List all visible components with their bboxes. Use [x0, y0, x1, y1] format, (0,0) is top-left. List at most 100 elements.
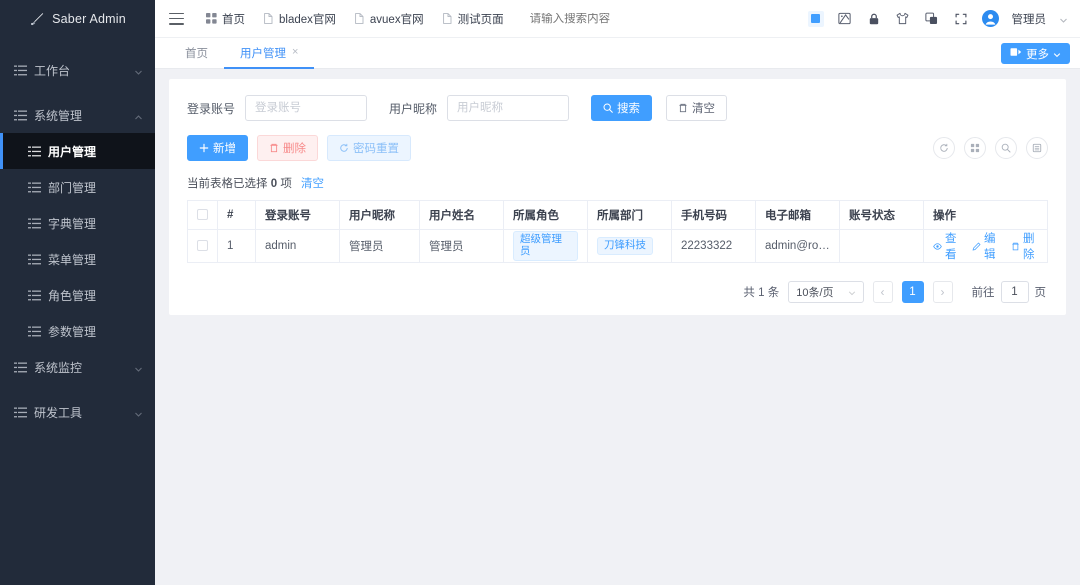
sidebar-item-param-management[interactable]: 参数管理	[0, 313, 155, 349]
sidebar-item-dept-management[interactable]: 部门管理	[0, 169, 155, 205]
menu-list-icon	[28, 181, 41, 194]
chevron-down-icon	[848, 288, 856, 296]
color-swatch-icon[interactable]	[807, 10, 824, 27]
main-area: 首页 bladex官网 avuex官网 测试页面 请输入搜索内容 管理员 首页 …	[155, 0, 1080, 585]
tab-home[interactable]: 首页	[169, 38, 224, 69]
topnav-item-avuex[interactable]: avuex官网	[354, 11, 424, 27]
refresh-icon[interactable]	[933, 137, 955, 159]
menu-list-icon	[28, 217, 41, 230]
select-all-header[interactable]	[187, 200, 218, 230]
column-dept: 所属部门	[587, 200, 672, 230]
clear-button[interactable]: 清空	[666, 95, 728, 121]
pagination: 共 1 条 10条/页 ‹ 1 › 前往 页	[187, 281, 1048, 303]
sidebar-item-workbench[interactable]: 工作台	[0, 52, 155, 88]
row-actions: 查看 编辑 删除	[933, 230, 1038, 262]
sidebar-item-label: 系统管理	[34, 108, 83, 123]
menu-list-icon	[14, 64, 27, 77]
cell-index: 1	[217, 229, 256, 263]
page-number-1[interactable]: 1	[901, 281, 924, 303]
topnav-item-bladex[interactable]: bladex官网	[263, 11, 336, 27]
menu-list-icon	[14, 109, 27, 122]
nickname-input[interactable]	[447, 95, 570, 121]
refresh-icon	[339, 143, 349, 153]
fullscreen-icon[interactable]	[953, 11, 969, 27]
checkbox-icon[interactable]	[197, 240, 208, 252]
topnav-item-home[interactable]: 首页	[206, 11, 245, 27]
view-action[interactable]: 查看	[933, 230, 960, 262]
page-jump-prefix: 前往	[971, 287, 995, 299]
cell-account: admin	[255, 229, 340, 263]
menu-list-icon	[28, 325, 41, 338]
sidebar-menu: 工作台 系统管理 用户管理 部门管理 字典管理 菜单管理 角色管理 参数管理 系…	[0, 38, 155, 430]
chevron-down-icon[interactable]	[1059, 14, 1068, 23]
password-reset-button[interactable]: 密码重置	[327, 135, 411, 161]
sidebar-item-system-management[interactable]: 系统管理	[0, 97, 155, 133]
cell-operations: 查看 编辑 删除	[923, 229, 1048, 263]
menu-spacer	[0, 385, 155, 394]
topnav-label: 测试页面	[457, 13, 504, 26]
column-operations: 操作	[923, 200, 1048, 230]
columns-icon[interactable]	[964, 137, 986, 159]
menu-list-icon	[28, 145, 41, 158]
prev-page-button[interactable]: ‹	[872, 281, 893, 303]
page-size-value: 10条/页	[796, 287, 834, 299]
screenshot-icon[interactable]	[837, 11, 853, 27]
layers-icon[interactable]	[924, 11, 940, 27]
user-name[interactable]: 管理员	[1012, 11, 1047, 27]
column-phone: 手机号码	[671, 200, 756, 230]
selection-clear-link[interactable]: 清空	[301, 178, 324, 190]
sidebar-item-label: 参数管理	[48, 324, 97, 339]
page-size-select[interactable]: 10条/页	[788, 281, 864, 303]
search-icon[interactable]	[995, 137, 1017, 159]
theme-shirt-icon[interactable]	[895, 11, 911, 27]
sidebar-item-label: 菜单管理	[48, 252, 97, 267]
sidebar-item-label: 字典管理	[48, 216, 97, 231]
top-search-input[interactable]	[529, 12, 670, 25]
tab-user-management[interactable]: 用户管理 ×	[224, 38, 315, 69]
file-icon	[354, 13, 365, 24]
saber-icon	[29, 11, 45, 27]
edit-action[interactable]: 编辑	[972, 230, 999, 262]
topbar: 首页 bladex官网 avuex官网 测试页面 请输入搜索内容 管理员	[155, 0, 1080, 38]
avatar[interactable]	[981, 10, 999, 27]
topnav-item-test-page[interactable]: 测试页面	[442, 11, 504, 27]
lock-icon[interactable]	[866, 11, 882, 27]
sidebar-item-menu-management[interactable]: 菜单管理	[0, 241, 155, 277]
account-input[interactable]	[245, 95, 368, 121]
user-management-card: 登录账号 用户昵称	[169, 79, 1066, 315]
logo-text: Saber Admin	[52, 12, 126, 26]
column-realname: 用户姓名	[419, 200, 504, 230]
delete-button[interactable]: 删除	[257, 135, 318, 161]
more-button[interactable]: 更多	[1001, 43, 1070, 64]
sidebar-item-label: 用户管理	[48, 144, 97, 159]
sidebar: Saber Admin 工作台 系统管理 用户管理 部门管理 字典管理 菜单管理…	[0, 0, 155, 585]
cell-role: 超级管理员	[503, 229, 588, 263]
file-icon	[442, 13, 453, 24]
sidebar-item-dev-tools[interactable]: 研发工具	[0, 394, 155, 430]
menu-list-icon	[14, 406, 27, 419]
delete-action[interactable]: 删除	[1011, 230, 1038, 262]
content-area: 登录账号 用户昵称	[155, 69, 1080, 585]
row-checkbox-cell[interactable]	[187, 229, 218, 263]
pencil-icon	[972, 241, 981, 251]
sidebar-item-user-management[interactable]: 用户管理	[0, 133, 155, 169]
field-label-nickname: 用户昵称	[389, 101, 438, 116]
hamburger-icon[interactable]	[169, 12, 184, 25]
logo[interactable]: Saber Admin	[0, 0, 155, 38]
close-icon[interactable]: ×	[292, 47, 298, 58]
page-jump-input[interactable]	[1000, 281, 1029, 303]
password-reset-label: 密码重置	[353, 143, 399, 155]
checkbox-icon[interactable]	[197, 209, 208, 221]
next-page-button[interactable]: ›	[932, 281, 953, 303]
search-button[interactable]: 搜索	[591, 95, 653, 121]
add-button[interactable]: 新增	[187, 135, 248, 161]
clear-button-label: 清空	[692, 103, 716, 115]
tabbar: 首页 用户管理 × 更多	[155, 38, 1080, 69]
filter-list-icon[interactable]	[1026, 137, 1048, 159]
table-row[interactable]: 1 admin 管理员 管理员 超级管理员 刀锋科技 22233322 admi…	[187, 229, 1048, 263]
sidebar-item-system-monitor[interactable]: 系统监控	[0, 349, 155, 385]
sidebar-item-role-management[interactable]: 角色管理	[0, 277, 155, 313]
delete-action-label: 删除	[1023, 233, 1035, 261]
sidebar-item-dict-management[interactable]: 字典管理	[0, 205, 155, 241]
sidebar-item-label: 角色管理	[48, 288, 97, 303]
